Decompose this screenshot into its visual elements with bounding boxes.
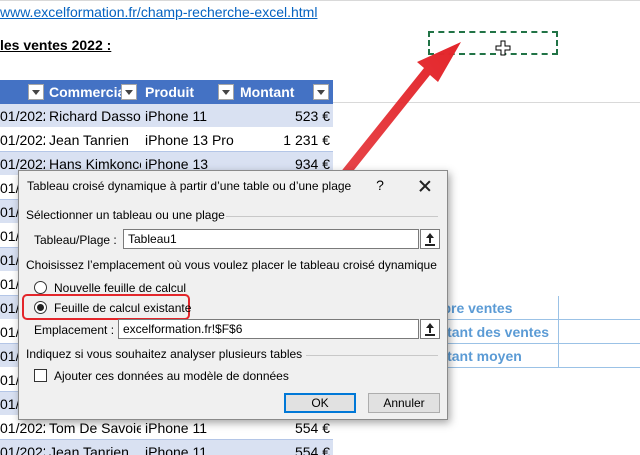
divider <box>306 355 438 356</box>
gridline <box>333 102 640 103</box>
data-model-label[interactable]: Ajouter ces données au modèle de données <box>54 369 289 383</box>
table-row: 01/2022 Jean Tanrien iPhone 11554 € <box>0 440 333 455</box>
ok-button[interactable]: OK <box>284 393 356 413</box>
group-label: Indiquez si vous souhaitez analyser plus… <box>26 347 303 361</box>
summary-label-count[interactable]: mbre ventes <box>430 296 640 320</box>
cell-produit[interactable]: iPhone 11 <box>145 104 237 128</box>
cell-montant[interactable]: 554 € <box>237 440 330 455</box>
summary-labels: mbre ventes ontant des ventes ontant moy… <box>430 296 640 368</box>
group-location: Choisissez l’emplacement où vous voulez … <box>26 258 438 278</box>
cell-date[interactable]: 01/2022 <box>0 440 45 455</box>
table-row: 01/2022Richard DassoiPhone 11523 € <box>0 104 333 128</box>
pivot-table-dialog: Tableau croisé dynamique à partir d’une … <box>18 170 448 420</box>
location-label: Emplacement : <box>34 323 115 337</box>
divider <box>226 216 438 217</box>
location-input[interactable]: excelformation.fr!$F$6 <box>118 319 419 339</box>
filter-dropdown-icon[interactable] <box>121 84 137 100</box>
cell-commercial[interactable]: Jean Tanrien <box>49 440 141 455</box>
section-heading: les ventes 2022 : <box>0 37 112 53</box>
option-new-sheet-label[interactable]: Nouvelle feuille de calcul <box>54 281 186 295</box>
cell-cursor-icon <box>495 40 511 56</box>
group-label: Sélectionner un tableau ou une plage <box>26 208 225 222</box>
group-label: Choisissez l’emplacement où vous voulez … <box>26 258 437 272</box>
cell-commercial[interactable]: Jean Tanrien <box>49 128 141 152</box>
group-select-range: Sélectionner un tableau ou une plage <box>26 208 438 228</box>
filter-dropdown-icon[interactable] <box>313 84 329 100</box>
radio-existing-sheet[interactable] <box>34 301 47 314</box>
cell-date[interactable]: 01/2022 <box>0 104 45 128</box>
column-header-commercial: Commercial <box>49 84 130 100</box>
cell-commercial[interactable]: Richard Dasso <box>49 104 141 128</box>
column-header-montant: Montant <box>240 84 295 100</box>
cell-produit[interactable]: iPhone 13 Pro <box>145 128 237 152</box>
close-icon[interactable] <box>415 176 435 196</box>
collapse-dialog-icon[interactable] <box>420 319 440 339</box>
cell-montant[interactable]: 523 € <box>237 104 330 128</box>
column-header-produit: Produit <box>145 84 194 100</box>
summary-label-average[interactable]: ontant moyen <box>430 344 640 368</box>
cell-montant[interactable]: 1 231 € <box>237 128 330 152</box>
selected-cell-marquee[interactable] <box>428 31 558 55</box>
data-model-checkbox[interactable] <box>34 369 47 382</box>
source-link[interactable]: www.excelformation.fr/champ-recherche-ex… <box>0 4 317 20</box>
option-existing-sheet-label[interactable]: Feuille de calcul existante <box>54 301 191 315</box>
summary-label-total[interactable]: ontant des ventes <box>430 320 640 344</box>
filter-dropdown-icon[interactable] <box>218 84 234 100</box>
cell-produit[interactable]: iPhone 11 <box>145 440 237 455</box>
range-label: Tableau/Plage : <box>34 233 117 247</box>
radio-new-sheet[interactable] <box>34 281 47 294</box>
collapse-dialog-icon[interactable] <box>420 229 440 249</box>
table-header-row: Commercial Produit Montant <box>0 80 333 104</box>
cancel-button[interactable]: Annuler <box>368 393 440 413</box>
range-input[interactable]: Tableau1 <box>123 229 419 249</box>
gridline <box>0 0 640 1</box>
help-button[interactable]: ? <box>372 177 388 195</box>
cell-date[interactable]: 01/2022 <box>0 128 45 152</box>
dialog-title: Tableau croisé dynamique à partir d’une … <box>27 179 352 193</box>
table-row: 01/2022Jean TanrieniPhone 13 Pro1 231 € <box>0 128 333 152</box>
group-multi-tables: Indiquez si vous souhaitez analyser plus… <box>26 347 438 367</box>
filter-dropdown-icon[interactable] <box>28 84 44 100</box>
